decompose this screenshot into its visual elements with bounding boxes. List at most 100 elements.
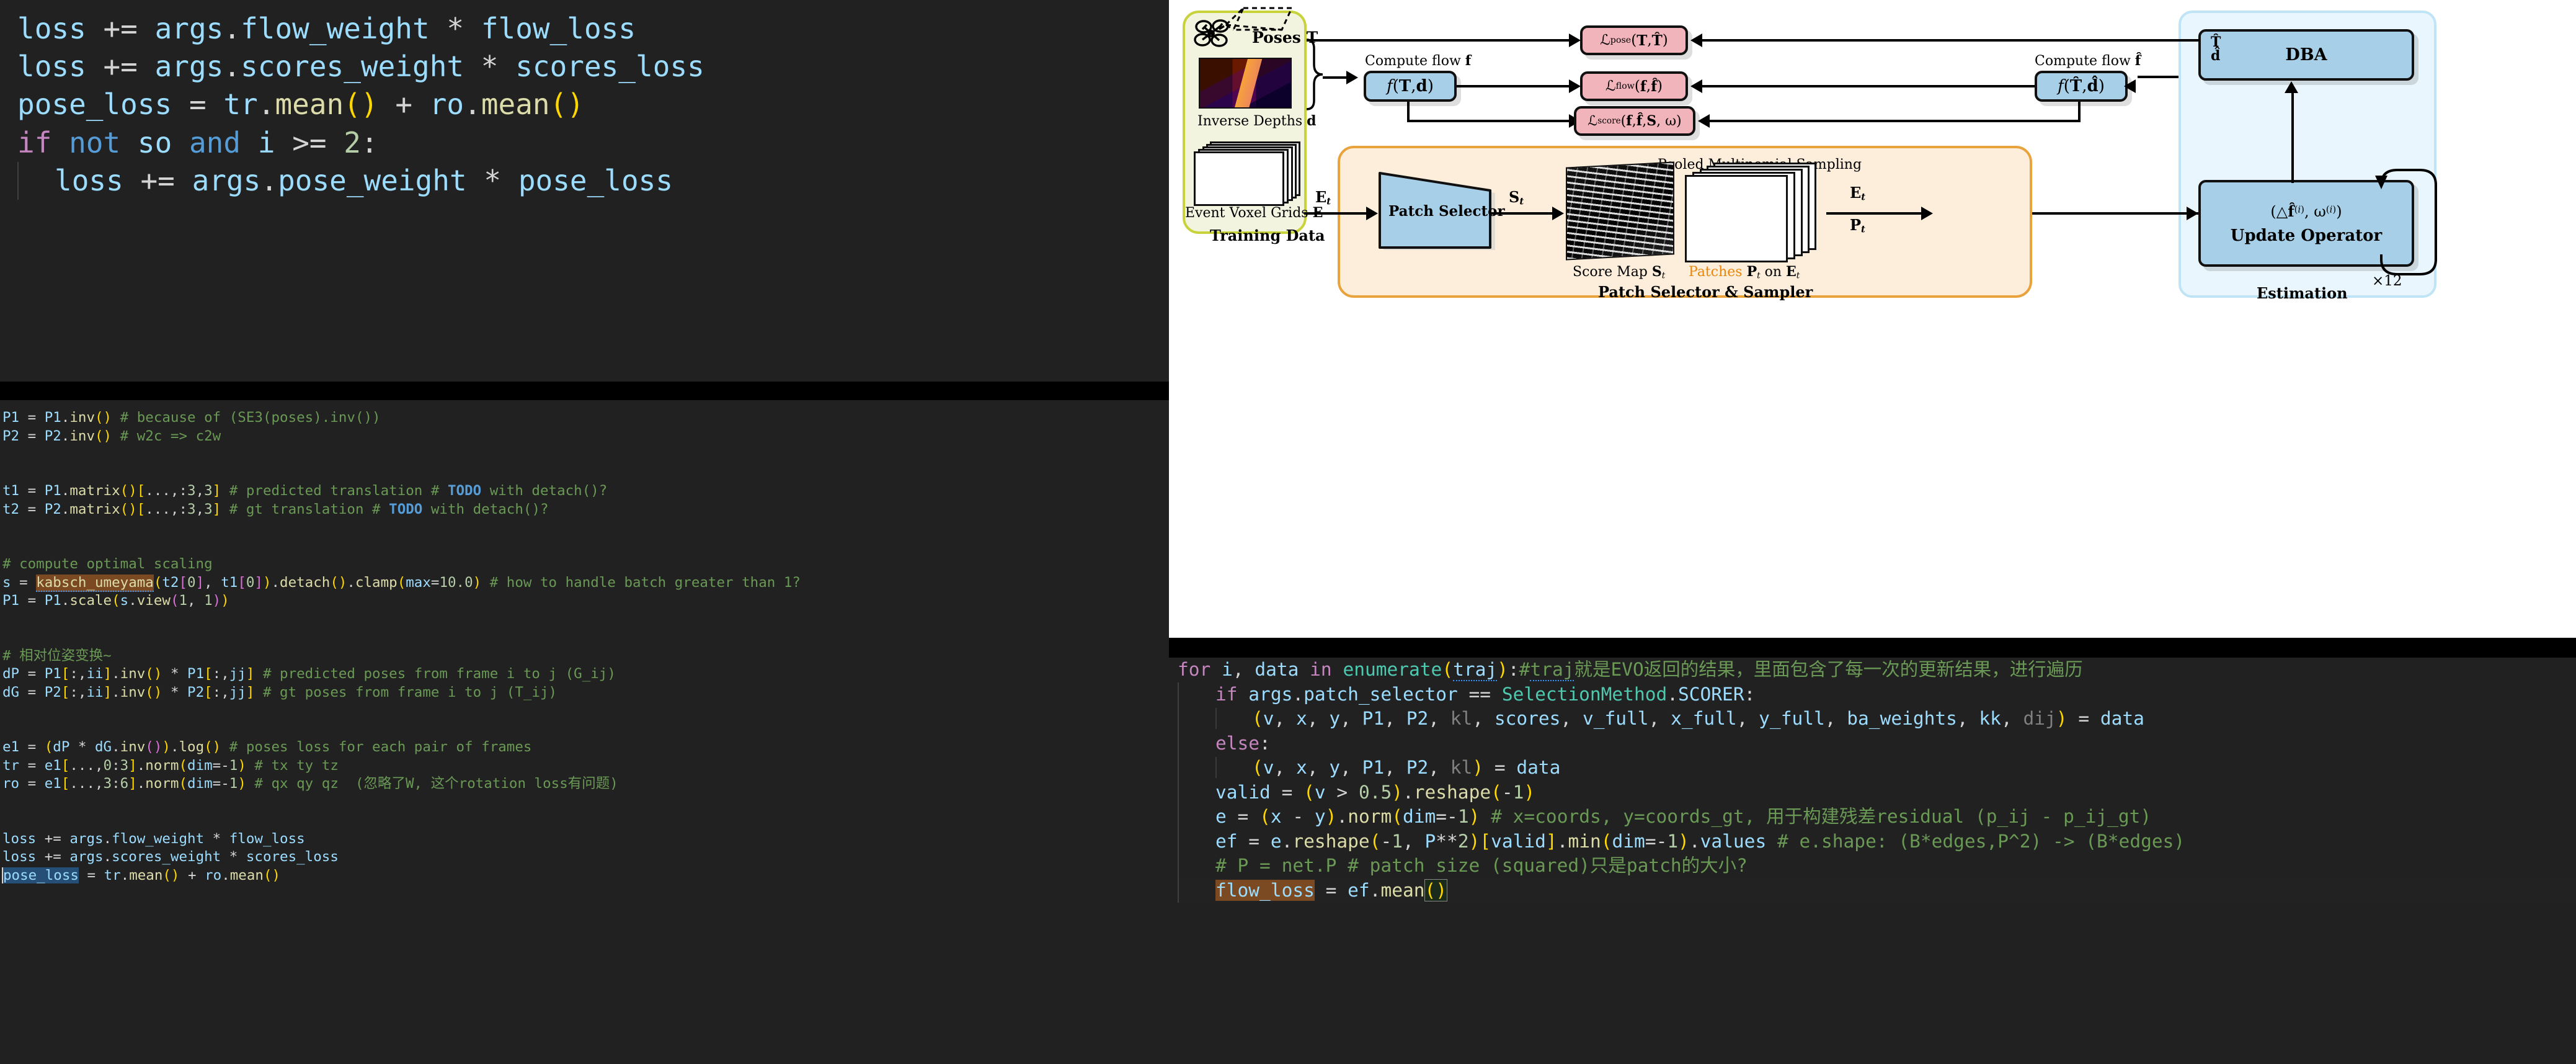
code-line: P1 = P1.inv() # because of (SE3(poses).i… [2, 409, 381, 426]
code-line: (v, x, y, P1, P2, kl) = data [1178, 756, 2576, 780]
arrow-head [2124, 79, 2136, 93]
code-line: s = kabsch_umeyama(t2[0], t1[0]).detach(… [2, 574, 801, 592]
arrow-head [1569, 79, 1581, 93]
edge-selector-to-scoremap [1491, 212, 1553, 215]
edge-events-to-selector [1304, 212, 1367, 215]
code-line: loss += args.scores_weight * scores_loss [2, 849, 339, 865]
code-line: e1 = (dP * dG.inv()).log() # poses loss … [2, 739, 532, 755]
code-line: P2 = P2.inv() # w2c => c2w [2, 427, 221, 444]
code-line: loss += args.pose_weight * pose_loss [17, 161, 1169, 200]
patches-caption: Patches Pt on Et [1689, 264, 1800, 281]
dba-label: DBA [2285, 45, 2327, 65]
edge-fhat-to-flowloss [1702, 85, 2035, 87]
edge-label-Pt: Pt [1850, 216, 1865, 235]
top-code-editor[interactable]: loss += args.flow_weight * flow_loss los… [0, 0, 1169, 382]
left-code-editor[interactable]: P1 = P1.inv() # because of (SE3(poses).i… [0, 400, 1169, 1064]
flow-loss-node[interactable]: ℒflow(f, f̂) [1580, 71, 1688, 101]
edge-dba-to-poseloss [1702, 39, 2194, 42]
arrow-head [1346, 71, 1358, 84]
architecture-figure: Poses T Inverse Depths d Event Voxel Gri… [1169, 0, 2576, 638]
arrow-head [1690, 79, 1702, 93]
arrow-head [1552, 207, 1564, 220]
code-line: P1 = P1.scale(s.view(1, 1)) [2, 592, 229, 609]
dba-inputs-label: T̂ d̂ [2211, 34, 2221, 64]
training-data-title: Training Data [1210, 226, 1325, 244]
occurrence-highlight: flow_loss [1215, 879, 1315, 901]
compute-flow-pred-node[interactable]: f(T̂, d̂) [2035, 71, 2128, 102]
inverse-depth-caption: Inverse Depths d [1197, 113, 1317, 129]
arrow-head [2285, 81, 2298, 93]
compute-flow-gt-caption: Compute flow f [1365, 53, 1472, 69]
editor-divider [0, 382, 1169, 400]
score-loss-node[interactable]: ℒscore(f, f̂, S, ω) [1574, 106, 1695, 136]
code-line: loss += args.scores_weight * scores_loss [17, 50, 704, 84]
arrow-head [2187, 207, 2198, 220]
arrow-head [1921, 207, 1933, 220]
code-line: dG = P2[:,ii].inv() * P2[:,jj] # gt pose… [2, 684, 557, 700]
code-line: pose_loss = tr.mean() + ro.mean() [17, 87, 584, 122]
update-operator-signal: (△f̂(i), ω(i)) [2270, 202, 2342, 220]
edge-data-to-flow [1323, 76, 1348, 79]
pose-loss-node[interactable]: ℒpose(T, T̂) [1580, 25, 1688, 55]
compute-flow-gt-node[interactable]: f(T, d) [1364, 71, 1457, 102]
patch-selector-label: Patch Selector [1388, 203, 1505, 220]
edge-fhat-to-scoreloss-h [1710, 120, 2081, 122]
code-line: loss += args.flow_weight * flow_loss [17, 12, 636, 45]
code-line: t2 = P2.matrix()[...,:3,3] # gt translat… [2, 501, 549, 517]
code-line: if not so and i >= 2: [17, 125, 378, 159]
edge-label-Et: Et [1315, 188, 1331, 207]
patch-selector-title: Patch Selector & Sampler [1598, 283, 1813, 301]
code-line: e = (x - y).norm(dim=-1) # x=coords, y=c… [1178, 805, 2576, 829]
code-line: ef = e.reshape(-1, P**2)[valid].min(dim=… [1178, 829, 2576, 854]
code-line: tr = e1[...,0:3].norm(dim=-1) # tx ty tz [2, 757, 339, 774]
edge-f-to-scoreloss-h [1407, 120, 1570, 122]
arrow-head [1690, 34, 1702, 47]
edge-dbahat-back [2178, 39, 2200, 42]
screenshot-root: loss += args.flow_weight * flow_loss los… [0, 0, 2576, 1064]
bottom-code-editor[interactable]: for i, data in enumerate(traj):#traj就是EV… [1169, 658, 2576, 1064]
code-line: for i, data in enumerate(traj):#traj就是EV… [1178, 659, 2083, 681]
estimation-title: Estimation [2257, 284, 2348, 302]
edge-patches-to-update [1826, 212, 1922, 215]
update-operator-label: Update Operator [2230, 226, 2383, 245]
code-line: else: [1178, 731, 2576, 756]
edge-update-to-dba [2291, 93, 2294, 183]
code-line: (v, x, y, P1, P2, kl, scores, v_full, x_… [1178, 707, 2576, 731]
occurrence-highlight: kabsch_umeyama [36, 574, 154, 592]
selected-token: pose_loss [2, 867, 79, 883]
code-line: dP = P1[:,ii].inv() * P1[:,jj] # predict… [2, 666, 616, 682]
code-line: # compute optimal scaling [2, 556, 213, 572]
arrow-head [1366, 207, 1378, 220]
edge-poses-to-loss [1307, 39, 1570, 42]
code-line: if args.patch_selector == SelectionMetho… [1178, 682, 2576, 707]
code-line: valid = (v > 0.5).reshape(-1) [1178, 780, 2576, 805]
arrow-head [1698, 114, 1710, 128]
inverse-depth-image [1199, 58, 1292, 109]
code-line: # P = net.P # patch size (squared)只是patc… [1178, 854, 2576, 878]
dba-node[interactable]: DBA [2198, 29, 2414, 81]
patch-selector-node[interactable]: Patch Selector [1379, 171, 1505, 254]
loop-arrow [2375, 169, 2437, 275]
code-line: loss += args.flow_weight * flow_loss [2, 830, 305, 847]
score-map-image [1566, 161, 1674, 261]
event-voxel-caption: Event Voxel Grids E [1185, 205, 1323, 221]
patches-caption-accent: Patches [1689, 264, 1743, 280]
code-line: # 相对位姿变换~ [2, 647, 112, 664]
edge-label-St: St [1509, 188, 1524, 207]
loop-count-label: ×12 [2372, 273, 2402, 289]
edge-fhat-to-scoreloss-v [2078, 102, 2081, 122]
edge-f-to-flowloss [1457, 85, 1570, 87]
code-line: flow_loss = ef.mean() [1178, 878, 2576, 903]
edge-f-to-scoreloss-v [1407, 102, 1410, 122]
edge-into-estimation [2032, 212, 2198, 215]
score-map-caption: Score Map St [1573, 264, 1666, 281]
